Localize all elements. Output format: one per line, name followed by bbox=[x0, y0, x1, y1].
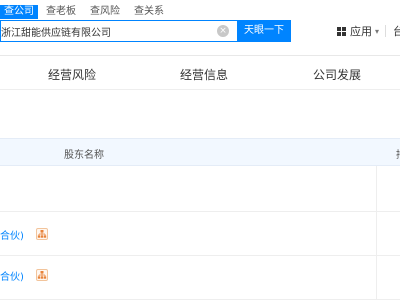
nav-tabs: 经营风险 经营信息 公司发展 bbox=[0, 56, 400, 90]
table-row: 合伙) bbox=[0, 212, 400, 256]
table-row: 合伙) bbox=[0, 256, 400, 300]
apps-label: 应用 bbox=[350, 25, 372, 38]
header: 查公司 查老板 查风险 查关系 × 天眼一下 应用 ▾ 台 bbox=[0, 0, 400, 56]
table-header: 股东名称 持 bbox=[0, 138, 400, 166]
header-divider bbox=[385, 25, 386, 37]
chevron-down-icon: ▾ bbox=[375, 26, 380, 36]
page: 查公司 查老板 查风险 查关系 × 天眼一下 应用 ▾ 台 经营风险 经营信息 … bbox=[0, 0, 400, 300]
grid-icon bbox=[337, 26, 346, 36]
search-tab-boss[interactable]: 查老板 bbox=[46, 5, 76, 19]
org-chart-icon[interactable] bbox=[36, 228, 48, 240]
shareholder-name-link[interactable]: 合伙) bbox=[0, 227, 24, 242]
apps-menu[interactable]: 应用 ▾ bbox=[337, 24, 379, 38]
clear-icon[interactable]: × bbox=[217, 25, 229, 37]
shareholder-name-link[interactable]: 合伙) bbox=[0, 268, 24, 283]
search-tab-company[interactable]: 查公司 bbox=[0, 5, 38, 19]
search-button[interactable]: 天眼一下 bbox=[237, 20, 291, 42]
column-divider bbox=[376, 166, 377, 211]
column-divider bbox=[376, 212, 377, 255]
search-input[interactable] bbox=[1, 21, 211, 41]
search-box: × bbox=[0, 20, 237, 42]
column-divider bbox=[376, 256, 377, 299]
table-row bbox=[0, 166, 400, 212]
org-chart-icon[interactable] bbox=[36, 269, 48, 281]
search-tab-risk[interactable]: 查风险 bbox=[90, 5, 120, 19]
shareholder-table: 股东名称 持 合伙) 合伙) bbox=[0, 138, 400, 300]
column-header-cut: 持 bbox=[396, 146, 400, 161]
column-header-shareholder: 股东名称 bbox=[64, 150, 104, 161]
tab-operating-info[interactable]: 经营信息 bbox=[180, 66, 228, 83]
tab-company-development[interactable]: 公司发展 bbox=[313, 66, 361, 83]
search-tab-relation[interactable]: 查关系 bbox=[134, 5, 164, 19]
search-tabs: 查公司 查老板 查风险 查关系 bbox=[0, 5, 178, 19]
header-cut-text: 台 bbox=[393, 25, 400, 38]
tab-operating-risk[interactable]: 经营风险 bbox=[48, 66, 96, 83]
